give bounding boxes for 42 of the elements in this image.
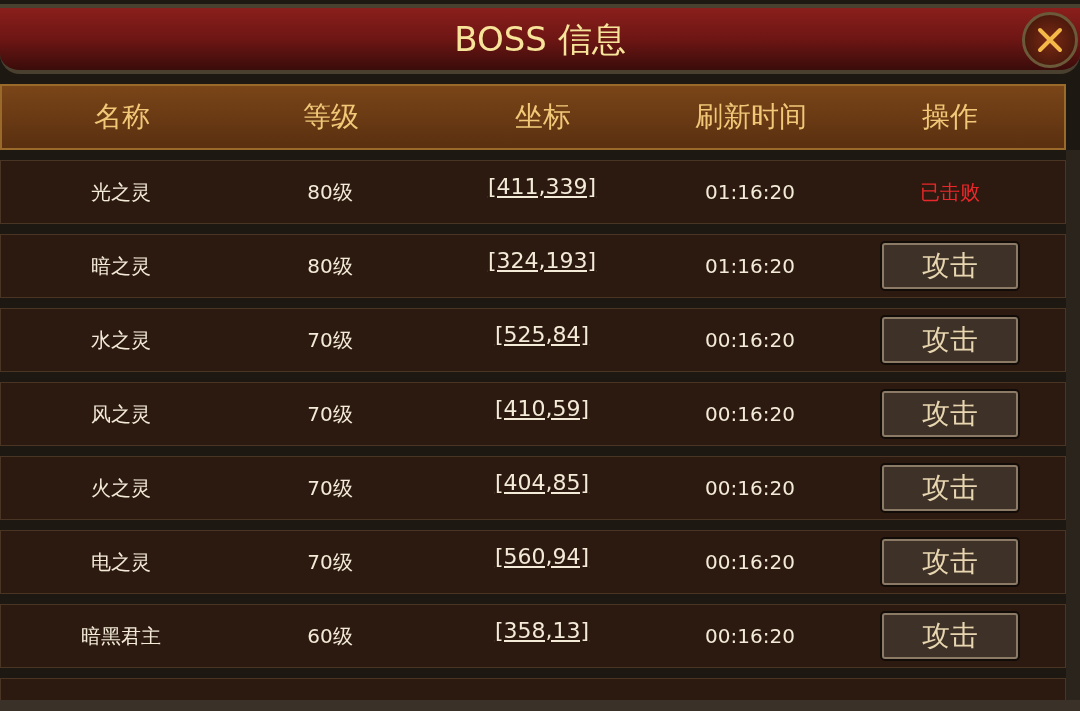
coordinate-link[interactable]: [404,85] [494,465,590,499]
coordinate-link[interactable]: [358,13] [494,613,590,647]
boss-level: 70级 [307,549,353,576]
column-header: 等级 [302,99,360,135]
boss-name: 风之灵 [91,401,151,428]
boss-name: 火之灵 [91,475,151,502]
coordinate-link[interactable]: [410,59] [494,391,590,425]
boss-name: 暗之灵 [91,253,151,280]
attack-button[interactable]: 攻击 [882,391,1018,437]
boss-level: 70级 [307,327,353,354]
coordinate-link[interactable]: [525,84] [494,317,590,351]
boss-level: 80级 [307,179,353,206]
column-header: 操作 [921,99,979,135]
refresh-time: 00:16:20 [705,475,795,502]
refresh-time: 01:16:20 [705,179,795,206]
attack-button[interactable]: 攻击 [882,613,1018,659]
attack-button[interactable]: 攻击 [882,243,1018,289]
boss-level: 70级 [307,401,353,428]
boss-name: 电之灵 [91,549,151,576]
refresh-time: 00:16:20 [705,327,795,354]
attack-button[interactable]: 攻击 [882,317,1018,363]
boss-level: 80级 [307,253,353,280]
refresh-time: 01:16:20 [705,253,795,280]
attack-button[interactable]: 攻击 [882,539,1018,585]
close-icon [1036,26,1064,54]
boss-name: 光之灵 [91,179,151,206]
column-header: 刷新时间 [694,99,808,135]
coordinate-link[interactable]: [560,94] [494,539,590,573]
attack-button[interactable]: 攻击 [882,465,1018,511]
refresh-time: 00:16:20 [705,549,795,576]
boss-level: 70级 [307,475,353,502]
boss-level: 60级 [307,623,353,650]
coordinate-link[interactable]: [411,339] [487,169,597,203]
refresh-time: 00:16:20 [705,623,795,650]
column-header: 坐标 [514,99,572,135]
coordinate-link[interactable]: [324,193] [487,243,597,277]
column-header: 名称 [93,99,151,135]
window-title: BOSS 信息 [454,17,626,61]
boss-name: 水之灵 [91,327,151,354]
boss-name: 暗黑君主 [81,623,161,650]
refresh-time: 00:16:20 [705,401,795,428]
defeated-status: 已击败 [920,179,980,206]
